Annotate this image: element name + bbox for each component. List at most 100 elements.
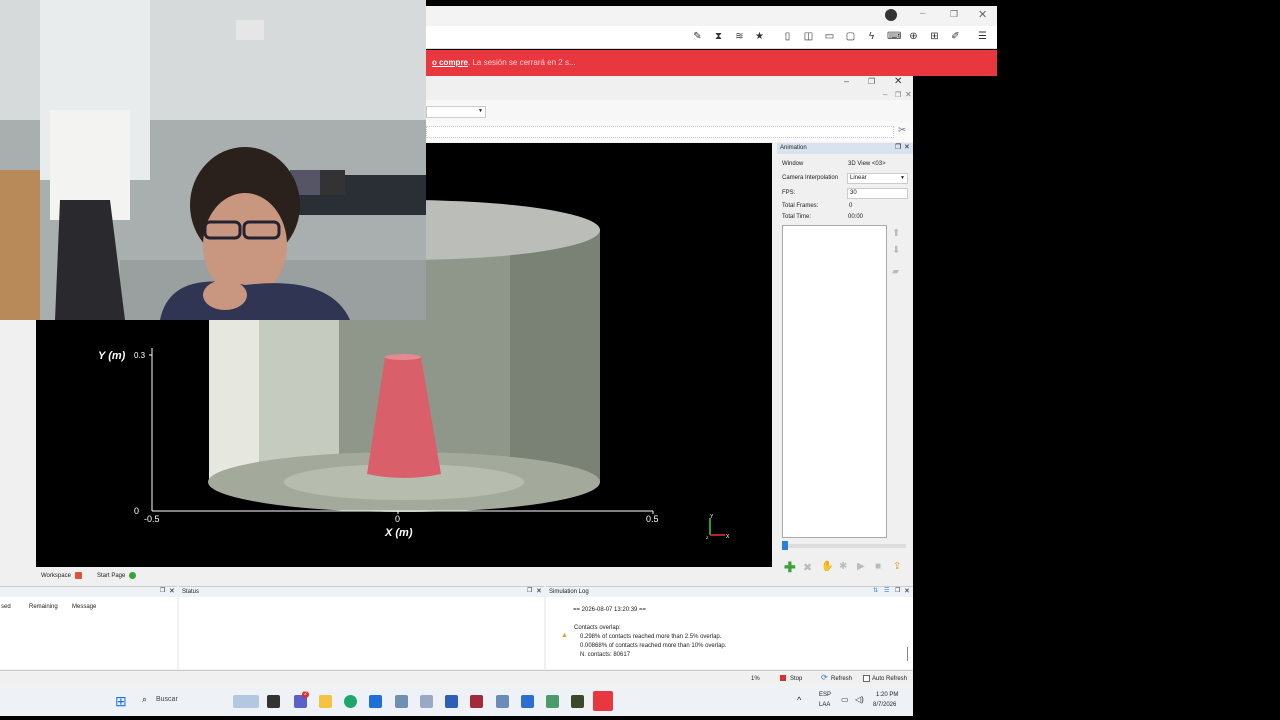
refresh-button[interactable]: Refresh bbox=[831, 676, 852, 682]
file-explorer-icon[interactable] bbox=[319, 695, 332, 708]
time-value: 00:00 bbox=[848, 214, 864, 220]
recorder-icon[interactable] bbox=[593, 691, 613, 711]
lang-bottom[interactable]: LAA bbox=[819, 702, 830, 708]
pink-cone-top bbox=[385, 354, 421, 360]
time-label: Total Time: bbox=[782, 214, 812, 220]
x-tick-label-left: -0.5 bbox=[144, 514, 160, 524]
col-elapsed: sed bbox=[1, 604, 11, 610]
timeline-thumb[interactable] bbox=[782, 541, 788, 550]
fps-value: 30 bbox=[850, 190, 857, 196]
animation-close-icon[interactable]: ✕ bbox=[904, 143, 910, 151]
play-icon[interactable]: ▶ bbox=[857, 561, 865, 572]
interp-label: Camera Interpolation bbox=[782, 175, 839, 181]
taskbar: ⊞ ⌕ Buscar 2 ^ ESP LAA ▭ ◁) 1:20 PM 8/7/… bbox=[0, 686, 913, 716]
refresh-icon: ⟳ bbox=[821, 673, 828, 682]
taskbar-search[interactable]: Buscar bbox=[156, 696, 178, 703]
jobs-float-icon[interactable]: ❐ bbox=[160, 587, 165, 594]
simlog-clear-icon[interactable]: ⇅ bbox=[873, 587, 878, 594]
volume-icon[interactable]: ◁) bbox=[855, 695, 864, 704]
search-icon: ⌕ bbox=[142, 694, 148, 704]
triad-y-label: Y bbox=[710, 514, 714, 520]
status-bar: 1% Stop ⟳ Refresh Auto Refresh bbox=[0, 670, 913, 686]
log-line-2: 0.00868% of contacts reached more than 1… bbox=[580, 643, 727, 649]
log-timestamp: == 2026-08-07 13:20:39 == bbox=[573, 607, 647, 613]
animation-header: Animation ❐ ✕ bbox=[777, 143, 913, 154]
frames-value: 0 bbox=[849, 203, 853, 209]
tray-chevron-icon[interactable]: ^ bbox=[797, 695, 801, 705]
workspace-close-icon[interactable] bbox=[75, 572, 82, 579]
webcam-overlay bbox=[0, 0, 426, 320]
stop-button[interactable]: Stop bbox=[790, 676, 802, 682]
cylinder-right-dark bbox=[510, 230, 600, 482]
hand-icon[interactable]: ✋ bbox=[821, 561, 833, 572]
keyframe-list[interactable] bbox=[782, 225, 887, 538]
app-icon-p[interactable] bbox=[445, 695, 458, 708]
edge-icon[interactable] bbox=[344, 695, 357, 708]
move-down-icon[interactable]: ⬇ bbox=[892, 245, 900, 256]
move-up-icon[interactable]: ⬆ bbox=[892, 228, 900, 239]
app-icon-1[interactable] bbox=[395, 695, 408, 708]
tab-workspace[interactable]: Workspace bbox=[41, 573, 71, 579]
auto-refresh-label: Auto Refresh bbox=[872, 676, 908, 682]
tab-start-page[interactable]: Start Page bbox=[97, 573, 125, 579]
y-tick-label-top: 0.3 bbox=[134, 351, 146, 360]
camera-icon[interactable]: ▰ bbox=[892, 266, 899, 277]
auto-refresh-checkbox[interactable] bbox=[863, 675, 870, 682]
animation-float-icon[interactable]: ❐ bbox=[895, 143, 901, 151]
log-scrollbar[interactable] bbox=[907, 647, 908, 661]
teams-badge: 2 bbox=[302, 691, 309, 698]
timeline-slider[interactable] bbox=[782, 544, 906, 548]
app-icon-dark[interactable] bbox=[571, 695, 584, 708]
word-icon[interactable] bbox=[420, 695, 433, 708]
interp-value: Linear bbox=[850, 175, 867, 181]
fps-label: FPS: bbox=[782, 190, 796, 196]
status-float-icon[interactable]: ❐ bbox=[527, 587, 532, 594]
lang-top[interactable]: ESP bbox=[819, 692, 831, 698]
powerpoint-icon[interactable] bbox=[521, 695, 534, 708]
delete-keyframe-icon[interactable]: ✖ bbox=[803, 561, 812, 574]
simlog-float-icon[interactable]: ❐ bbox=[895, 587, 900, 594]
stop-icon bbox=[780, 675, 786, 681]
animation-title: Animation bbox=[780, 145, 807, 151]
simlog-filter-icon[interactable]: ☰ bbox=[884, 587, 889, 594]
jobs-panel: ❐ ✕ sed Remaining Message bbox=[0, 586, 177, 669]
simlog-title: Simulation Log bbox=[549, 589, 589, 595]
log-line-1: 0.298% of contacts reached more than 2.5… bbox=[580, 634, 722, 640]
windows-start-icon[interactable]: ⊞ bbox=[115, 694, 127, 708]
x-tick-label-right: 0.5 bbox=[646, 514, 659, 524]
log-warning-title: Contacts overlap: bbox=[574, 625, 621, 631]
clock-time[interactable]: 1:20 PM bbox=[876, 692, 898, 698]
document-tabs: Workspace Start Page bbox=[0, 568, 777, 584]
app-icon-x[interactable] bbox=[470, 695, 483, 708]
webcam-scene bbox=[0, 0, 426, 320]
interp-select[interactable]: Linear ▼ bbox=[847, 173, 908, 184]
y-tick-label-zero: 0 bbox=[134, 506, 139, 516]
jobs-close-icon[interactable]: ✕ bbox=[169, 587, 175, 595]
widgets-icon[interactable] bbox=[233, 695, 259, 708]
col-remaining: Remaining bbox=[29, 604, 58, 610]
status-close-icon[interactable]: ✕ bbox=[536, 587, 542, 595]
store-icon[interactable] bbox=[369, 695, 382, 708]
log-line-3: N. contacts: 80617 bbox=[580, 652, 631, 658]
start-page-icon bbox=[129, 572, 136, 579]
app-icon-tree[interactable] bbox=[546, 695, 559, 708]
y-axis-label: Y (m) bbox=[98, 350, 126, 362]
fps-input[interactable]: 30 bbox=[847, 188, 908, 199]
triad-z-label: Z bbox=[706, 535, 709, 540]
warning-icon: ▲ bbox=[561, 632, 568, 639]
frames-label: Total Frames: bbox=[782, 203, 819, 209]
chevron-down-icon: ▼ bbox=[900, 175, 905, 181]
add-keyframe-icon[interactable]: ✚ bbox=[784, 559, 796, 576]
export-icon[interactable]: ⇪ bbox=[893, 561, 901, 572]
app-icon-w[interactable] bbox=[496, 695, 509, 708]
tools-icon[interactable]: ✱ bbox=[839, 561, 847, 572]
progress-percent: 1% bbox=[751, 676, 760, 682]
network-icon[interactable]: ▭ bbox=[841, 695, 849, 704]
record-icon[interactable]: ■ bbox=[875, 561, 881, 572]
window-label: Window bbox=[782, 161, 804, 167]
clock-date[interactable]: 8/7/2026 bbox=[873, 702, 896, 708]
simlog-close-icon[interactable]: ✕ bbox=[904, 587, 910, 595]
window-value[interactable]: 3D View <03> bbox=[848, 161, 886, 167]
task-view-icon[interactable] bbox=[267, 695, 280, 708]
x-axis-label: X (m) bbox=[384, 527, 413, 539]
